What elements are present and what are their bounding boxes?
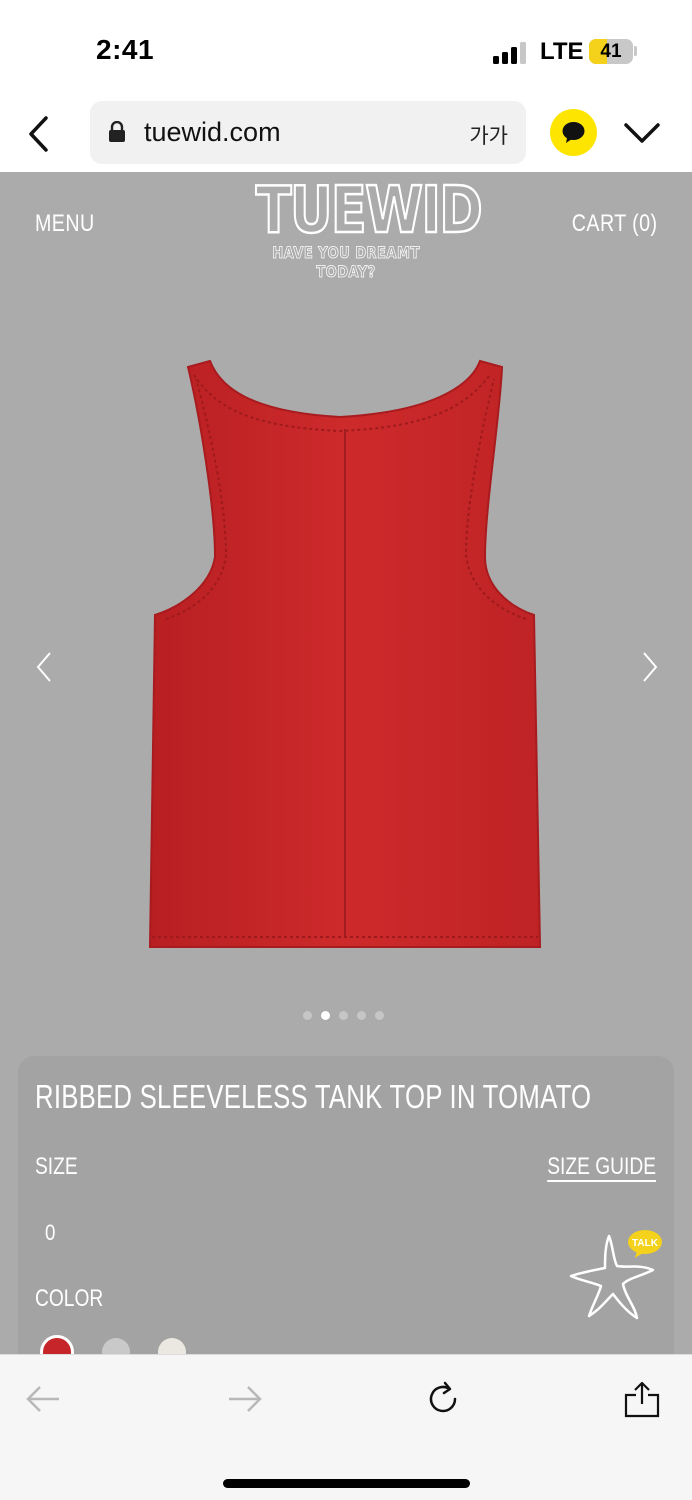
talk-label: TALK [632, 1238, 659, 1249]
reload-icon [429, 1381, 457, 1413]
gallery-prev-button[interactable] [30, 647, 60, 687]
arrow-right-icon [229, 1386, 262, 1412]
browser-back-button[interactable] [24, 114, 58, 154]
browser-menu-button[interactable] [622, 118, 662, 148]
talk-bubble-icon: TALK [628, 1230, 662, 1258]
address-bar[interactable]: tuewid.com 가가 [90, 101, 526, 164]
home-indicator [223, 1479, 470, 1488]
gallery-pagination [303, 1011, 384, 1021]
chevron-left-icon [36, 652, 51, 682]
battery-cap [634, 46, 637, 56]
size-guide-link[interactable]: SIZE GUIDE [547, 1153, 656, 1181]
cart-link[interactable]: CART (0) [571, 210, 657, 238]
logo-tagline: HAVE YOU DREAMT TODAY? [272, 243, 420, 282]
product-image[interactable] [140, 357, 552, 952]
gallery-dot[interactable] [375, 1011, 384, 1020]
gallery-dot[interactable] [321, 1011, 330, 1020]
arrow-left-icon [26, 1386, 59, 1412]
url-text: tuewid.com [144, 117, 281, 147]
kakao-chat-button[interactable] [550, 109, 597, 156]
share-button[interactable] [622, 1379, 662, 1419]
chevron-right-icon [643, 652, 658, 682]
status-bar: 2:41 LTE 41 [0, 0, 692, 100]
size-option[interactable]: 0 [45, 1220, 55, 1246]
history-back-button[interactable] [24, 1379, 64, 1419]
history-forward-button[interactable] [224, 1379, 264, 1419]
font-size-button[interactable]: 가가 [469, 120, 508, 150]
color-swatch-tomato[interactable] [40, 1335, 74, 1354]
gallery-dot[interactable] [303, 1011, 312, 1020]
gallery-next-button[interactable] [634, 647, 664, 687]
status-time: 2:41 [96, 34, 155, 65]
color-swatch-gray[interactable] [102, 1338, 130, 1354]
battery-icon: 41 [589, 39, 633, 64]
talk-chat-widget[interactable]: TALK [565, 1224, 665, 1324]
product-page: MENU TUEWID HAVE YOU DREAMT TODAY? CART … [0, 172, 692, 1354]
color-label: COLOR [35, 1285, 104, 1312]
site-logo[interactable]: TUEWID HAVE YOU DREAMT TODAY? [236, 174, 484, 282]
browser-url-row: tuewid.com 가가 [0, 100, 692, 172]
share-icon [624, 1381, 660, 1418]
lock-icon [109, 121, 125, 142]
battery-level: 41 [600, 41, 622, 62]
signal-icon [493, 42, 529, 64]
gallery-dot[interactable] [357, 1011, 366, 1020]
kakao-chat-icon [562, 122, 585, 143]
chevron-left-icon [29, 116, 48, 152]
product-title: RIBBED SLEEVELESS TANK TOP IN TOMATO [35, 1078, 592, 1115]
browser-toolbar [0, 1354, 692, 1500]
color-swatch-cream[interactable] [158, 1338, 186, 1354]
menu-link[interactable]: MENU [35, 210, 95, 238]
size-label: SIZE [35, 1153, 78, 1180]
network-type: LTE [540, 38, 584, 65]
reload-button[interactable] [423, 1379, 463, 1419]
gallery-dot[interactable] [339, 1011, 348, 1020]
logo-wordmark: TUEWID [255, 174, 484, 248]
chevron-down-icon [624, 123, 660, 143]
